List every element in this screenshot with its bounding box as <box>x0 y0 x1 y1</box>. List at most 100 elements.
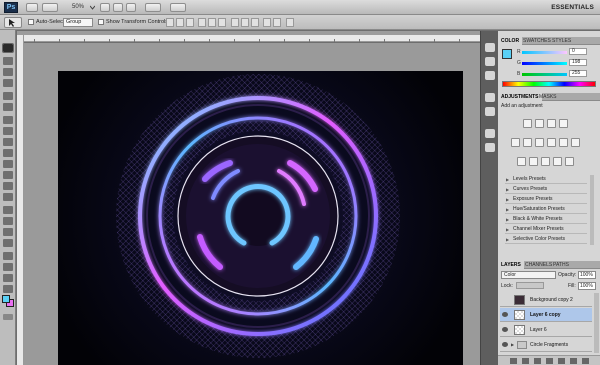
hand-tool-icon[interactable] <box>3 274 13 282</box>
eye-icon[interactable] <box>502 327 508 332</box>
zoom-tool-icon[interactable] <box>113 3 123 12</box>
3d-rotate-tool-icon[interactable] <box>3 252 13 260</box>
selective-color-presets[interactable]: Selective Color Presets <box>505 235 587 244</box>
document-canvas[interactable] <box>58 71 463 365</box>
pen-tool-icon[interactable] <box>3 206 13 214</box>
align-top-icon[interactable] <box>166 18 174 27</box>
exposure-presets[interactable]: Exposure Presets <box>505 195 587 204</box>
photo-filter-icon[interactable] <box>559 138 568 147</box>
healing-brush-tool-icon[interactable] <box>3 116 13 124</box>
invert-icon[interactable] <box>517 157 526 166</box>
selective-color-icon[interactable] <box>565 157 574 166</box>
layer-group-row[interactable]: ▶ Circle Fragments <box>500 338 592 352</box>
posterize-icon[interactable] <box>529 157 538 166</box>
align-right-icon[interactable] <box>218 18 226 27</box>
trash-icon[interactable] <box>582 358 589 364</box>
layer-style-icon[interactable] <box>522 358 529 364</box>
layer-row[interactable]: Layer 6 copy <box>500 308 592 322</box>
workspace-switcher[interactable]: ESSENTIALS <box>551 2 594 13</box>
zoom-tool-icon[interactable] <box>3 285 13 293</box>
black-white-icon[interactable] <box>547 138 556 147</box>
color-balance-icon[interactable] <box>535 138 544 147</box>
opacity-field[interactable]: 100% <box>578 271 596 279</box>
marquee-tool-icon[interactable] <box>3 57 13 65</box>
distribute-right-icon[interactable] <box>273 18 281 27</box>
brightness-contrast-icon[interactable] <box>523 119 532 128</box>
tab-color[interactable]: COLOR <box>498 37 523 45</box>
mini-bridge-icon[interactable] <box>485 43 495 52</box>
auto-select-checkbox[interactable] <box>28 19 34 25</box>
color-ramp[interactable] <box>502 81 596 87</box>
new-layer-icon[interactable] <box>570 358 577 364</box>
show-transform-checkbox[interactable] <box>98 19 104 25</box>
arrange-documents-button[interactable] <box>145 3 161 12</box>
move-tool-icon[interactable] <box>2 43 14 53</box>
levels-presets[interactable]: Levels Presets <box>505 175 587 184</box>
curves-presets[interactable]: Curves Presets <box>505 185 587 194</box>
green-value[interactable]: 198 <box>569 59 587 66</box>
exposure-icon[interactable] <box>559 119 568 128</box>
view-extras-button[interactable] <box>42 3 58 12</box>
character-panel-icon[interactable] <box>485 129 495 138</box>
blue-slider[interactable] <box>522 73 567 76</box>
distribute-bottom-icon[interactable] <box>251 18 259 27</box>
eyedropper-tool-icon[interactable] <box>3 103 13 111</box>
align-bottom-icon[interactable] <box>186 18 194 27</box>
tab-paths[interactable]: PATHS <box>550 261 572 269</box>
lock-options[interactable] <box>516 282 544 289</box>
gradient-map-icon[interactable] <box>553 157 562 166</box>
distribute-left-icon[interactable] <box>263 18 271 27</box>
vibrance-icon[interactable] <box>511 138 520 147</box>
color-panel-foreground-swatch[interactable] <box>502 49 512 59</box>
channel-mixer-icon[interactable] <box>571 138 580 147</box>
red-slider[interactable] <box>522 51 567 54</box>
blend-mode-dropdown[interactable]: Color <box>501 271 556 279</box>
new-group-icon[interactable] <box>558 358 565 364</box>
rotate-view-icon[interactable] <box>126 3 136 12</box>
layer-row[interactable]: Layer 6 <box>500 323 592 337</box>
quick-mask-icon[interactable] <box>3 314 13 320</box>
auto-align-layers-icon[interactable] <box>286 18 294 27</box>
align-horizontal-center-icon[interactable] <box>208 18 216 27</box>
tab-layers[interactable]: LAYERS <box>498 261 524 269</box>
history-brush-tool-icon[interactable] <box>3 149 13 157</box>
levels-icon[interactable] <box>535 119 544 128</box>
blue-value[interactable]: 255 <box>569 70 587 77</box>
brush-tool-icon[interactable] <box>3 127 13 135</box>
gradient-tool-icon[interactable] <box>3 171 13 179</box>
blur-tool-icon[interactable] <box>3 182 13 190</box>
visibility-off-icon[interactable] <box>502 297 508 302</box>
hue-saturation-presets[interactable]: Hue/Saturation Presets <box>505 205 587 214</box>
link-layers-icon[interactable] <box>510 358 517 364</box>
red-value[interactable]: 0 <box>569 48 587 55</box>
channel-mixer-presets[interactable]: Channel Mixer Presets <box>505 225 587 234</box>
brush-panel-icon[interactable] <box>485 93 495 102</box>
shape-tool-icon[interactable] <box>3 239 13 247</box>
green-slider[interactable] <box>522 62 567 65</box>
distribute-top-icon[interactable] <box>231 18 239 27</box>
ruler-horizontal[interactable] <box>24 35 480 42</box>
crop-tool-icon[interactable] <box>3 92 13 100</box>
bridge-button[interactable] <box>26 3 38 12</box>
threshold-icon[interactable] <box>541 157 550 166</box>
disclosure-triangle-icon[interactable]: ▶ <box>511 338 514 352</box>
type-tool-icon[interactable] <box>3 217 13 225</box>
curves-icon[interactable] <box>547 119 556 128</box>
lasso-tool-icon[interactable] <box>3 68 13 76</box>
path-selection-tool-icon[interactable] <box>3 228 13 236</box>
3d-orbit-tool-icon[interactable] <box>3 263 13 271</box>
hand-tool-icon[interactable] <box>100 3 110 12</box>
history-icon[interactable] <box>485 57 495 66</box>
layer-row[interactable]: Background copy 2 <box>500 293 592 307</box>
clone-source-icon[interactable] <box>485 107 495 116</box>
tab-styles[interactable]: STYLES <box>549 37 574 45</box>
quick-selection-tool-icon[interactable] <box>3 79 13 87</box>
ruler-vertical[interactable] <box>17 35 24 365</box>
tab-masks[interactable]: MASKS <box>536 93 560 101</box>
align-vertical-center-icon[interactable] <box>176 18 184 27</box>
screen-mode-button[interactable] <box>170 3 186 12</box>
dodge-tool-icon[interactable] <box>3 193 13 201</box>
eye-icon[interactable] <box>502 312 508 317</box>
foreground-color-swatch[interactable] <box>2 295 10 303</box>
tab-adjustments[interactable]: ADJUSTMENTS <box>498 93 542 101</box>
